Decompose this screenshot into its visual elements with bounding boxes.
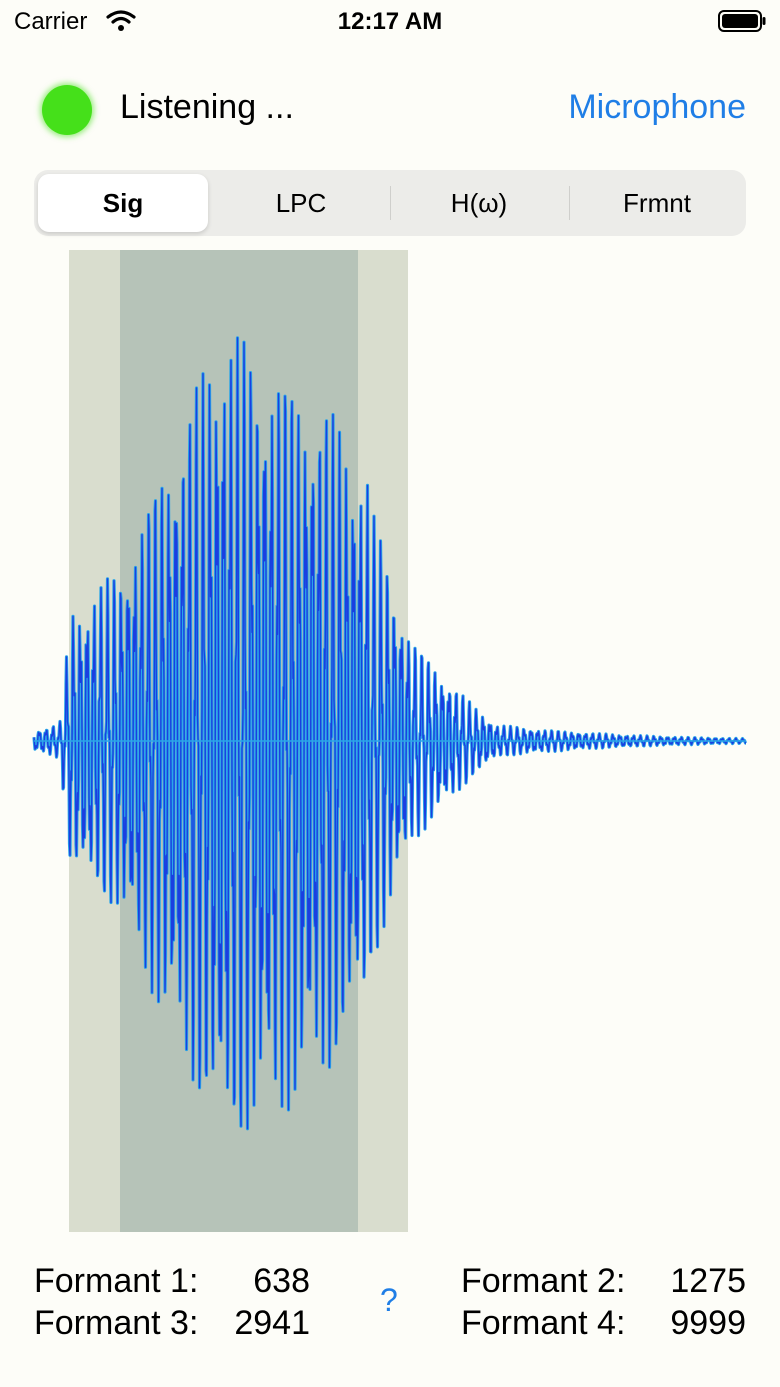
tab-lpc[interactable]: LPC: [216, 174, 386, 232]
formant-3-label: Formant 3:: [34, 1304, 199, 1342]
tab-frmnt[interactable]: Frmnt: [572, 174, 742, 232]
view-segmented-control: Sig LPC H(ω) Frmnt: [34, 170, 746, 236]
formant-4-value: 9999: [670, 1304, 746, 1342]
formant-1-value: 638: [253, 1262, 310, 1300]
segment-divider: [390, 186, 391, 220]
clock: 12:17 AM: [337, 8, 443, 35]
formant-4-label: Formant 4:: [461, 1304, 626, 1342]
battery-icon: [718, 10, 766, 32]
help-button[interactable]: ?: [380, 1282, 398, 1319]
listening-status: Listening ...: [120, 88, 294, 126]
signal-waveform-plot: [32, 250, 748, 1232]
microphone-button[interactable]: Microphone: [568, 88, 746, 127]
formant-1-label: Formant 1:: [34, 1262, 199, 1300]
segment-divider: [569, 186, 570, 220]
tab-h-omega[interactable]: H(ω): [394, 174, 564, 232]
tab-sig[interactable]: Sig: [38, 174, 208, 232]
formant-2-label: Formant 2:: [461, 1262, 626, 1300]
status-bar: Carrier 12:17 AM: [0, 0, 780, 44]
formant-2-value: 1275: [670, 1262, 746, 1300]
formant-3-value: 2941: [234, 1304, 310, 1342]
listening-indicator: [42, 85, 92, 135]
